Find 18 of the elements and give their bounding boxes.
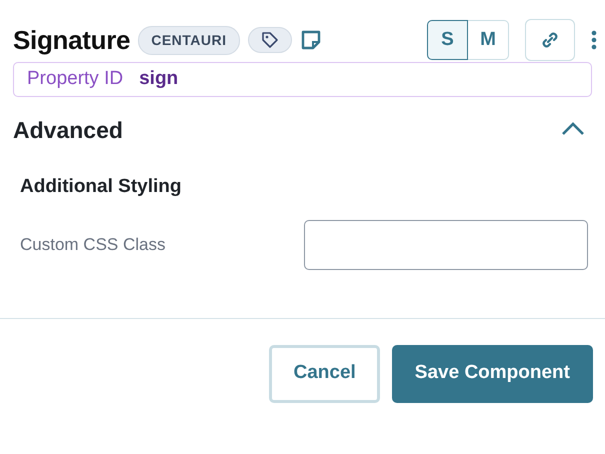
size-toggle[interactable]: M (468, 20, 509, 60)
tag-icon (260, 31, 279, 49)
tag-label: CENTAURI (138, 26, 240, 54)
more-icon[interactable] (591, 30, 597, 50)
cancel-button[interactable]: Cancel (269, 344, 380, 402)
field-label: Custom CSS Class (20, 234, 166, 256)
css-class-field[interactable] (304, 220, 588, 270)
property-id-label: Property ID (27, 67, 124, 92)
tag-button[interactable] (248, 27, 292, 53)
collapse-icon[interactable] (561, 122, 585, 136)
component-title: Signature (13, 24, 130, 56)
property-id-value: sign (139, 67, 178, 92)
link-button[interactable] (525, 19, 575, 61)
group-title: Additional Styling (20, 176, 182, 197)
size-toggle[interactable]: S (427, 20, 468, 60)
save-button[interactable]: Save Component (392, 344, 593, 402)
section-title: Advanced (13, 116, 123, 145)
note-icon[interactable] (300, 29, 322, 51)
